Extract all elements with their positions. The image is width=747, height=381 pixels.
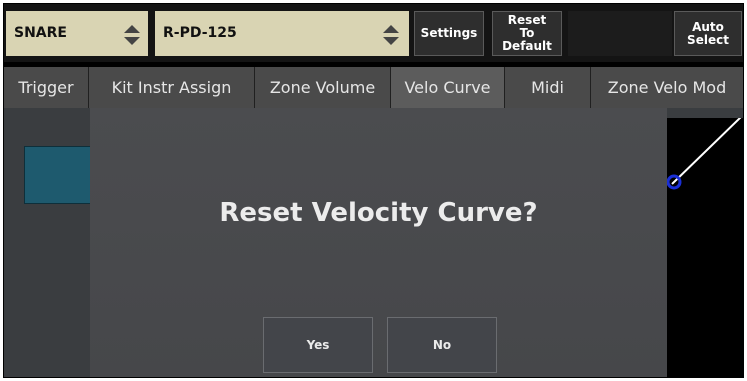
auto-select-label: Auto Select bbox=[687, 19, 729, 47]
tab-velo-curve[interactable]: Velo Curve bbox=[391, 67, 505, 108]
velocity-curve-graph[interactable] bbox=[664, 115, 743, 377]
curve-preset-swatch[interactable] bbox=[24, 146, 96, 204]
tab-label: Zone Velo Mod bbox=[607, 78, 727, 97]
yes-label: Yes bbox=[306, 338, 330, 352]
no-button[interactable]: No bbox=[387, 317, 497, 373]
tab-label: Zone Volume bbox=[269, 78, 376, 97]
reset-to-default-label: Reset To Default bbox=[502, 13, 552, 53]
tab-trigger[interactable]: Trigger bbox=[4, 67, 89, 108]
auto-select-button[interactable]: Auto Select bbox=[674, 11, 742, 56]
model-selector[interactable]: R-PD-125 bbox=[155, 11, 409, 56]
top-toolbar: SNARE R-PD-125 Settings Reset To Default… bbox=[4, 4, 743, 62]
tab-midi[interactable]: Midi bbox=[505, 67, 591, 108]
velocity-curve-plot bbox=[666, 115, 743, 190]
pad-selector[interactable]: SNARE bbox=[6, 11, 148, 56]
tab-label: Midi bbox=[531, 78, 564, 97]
settings-label: Settings bbox=[420, 26, 478, 40]
no-label: No bbox=[432, 338, 452, 352]
model-selector-value: R-PD-125 bbox=[163, 25, 237, 41]
reset-confirm-dialog: Reset Velocity Curve? Yes No bbox=[90, 108, 667, 377]
tab-label: Trigger bbox=[18, 78, 74, 97]
pad-selector-value: SNARE bbox=[14, 25, 67, 41]
tab-label: Kit Instr Assign bbox=[111, 78, 232, 97]
tab-zone-velo-mod[interactable]: Zone Velo Mod bbox=[591, 67, 743, 108]
app-window: SNARE R-PD-125 Settings Reset To Default… bbox=[3, 3, 744, 378]
tab-bar: Trigger Kit Instr Assign Zone Volume Vel… bbox=[4, 67, 743, 108]
up-down-arrows-icon[interactable] bbox=[382, 24, 400, 46]
up-down-arrows-icon[interactable] bbox=[123, 24, 141, 46]
tab-kit-instr-assign[interactable]: Kit Instr Assign bbox=[89, 67, 255, 108]
dialog-title: Reset Velocity Curve? bbox=[219, 198, 538, 228]
settings-button[interactable]: Settings bbox=[414, 11, 484, 56]
toolbar-empty-slot bbox=[568, 11, 672, 56]
yes-button[interactable]: Yes bbox=[263, 317, 373, 373]
curve-line bbox=[671, 115, 743, 185]
tab-label: Velo Curve bbox=[404, 78, 491, 97]
reset-to-default-button[interactable]: Reset To Default bbox=[492, 11, 562, 56]
tab-zone-volume[interactable]: Zone Volume bbox=[255, 67, 391, 108]
velo-curve-panel: Reset Velocity Curve? Yes No bbox=[4, 108, 743, 377]
